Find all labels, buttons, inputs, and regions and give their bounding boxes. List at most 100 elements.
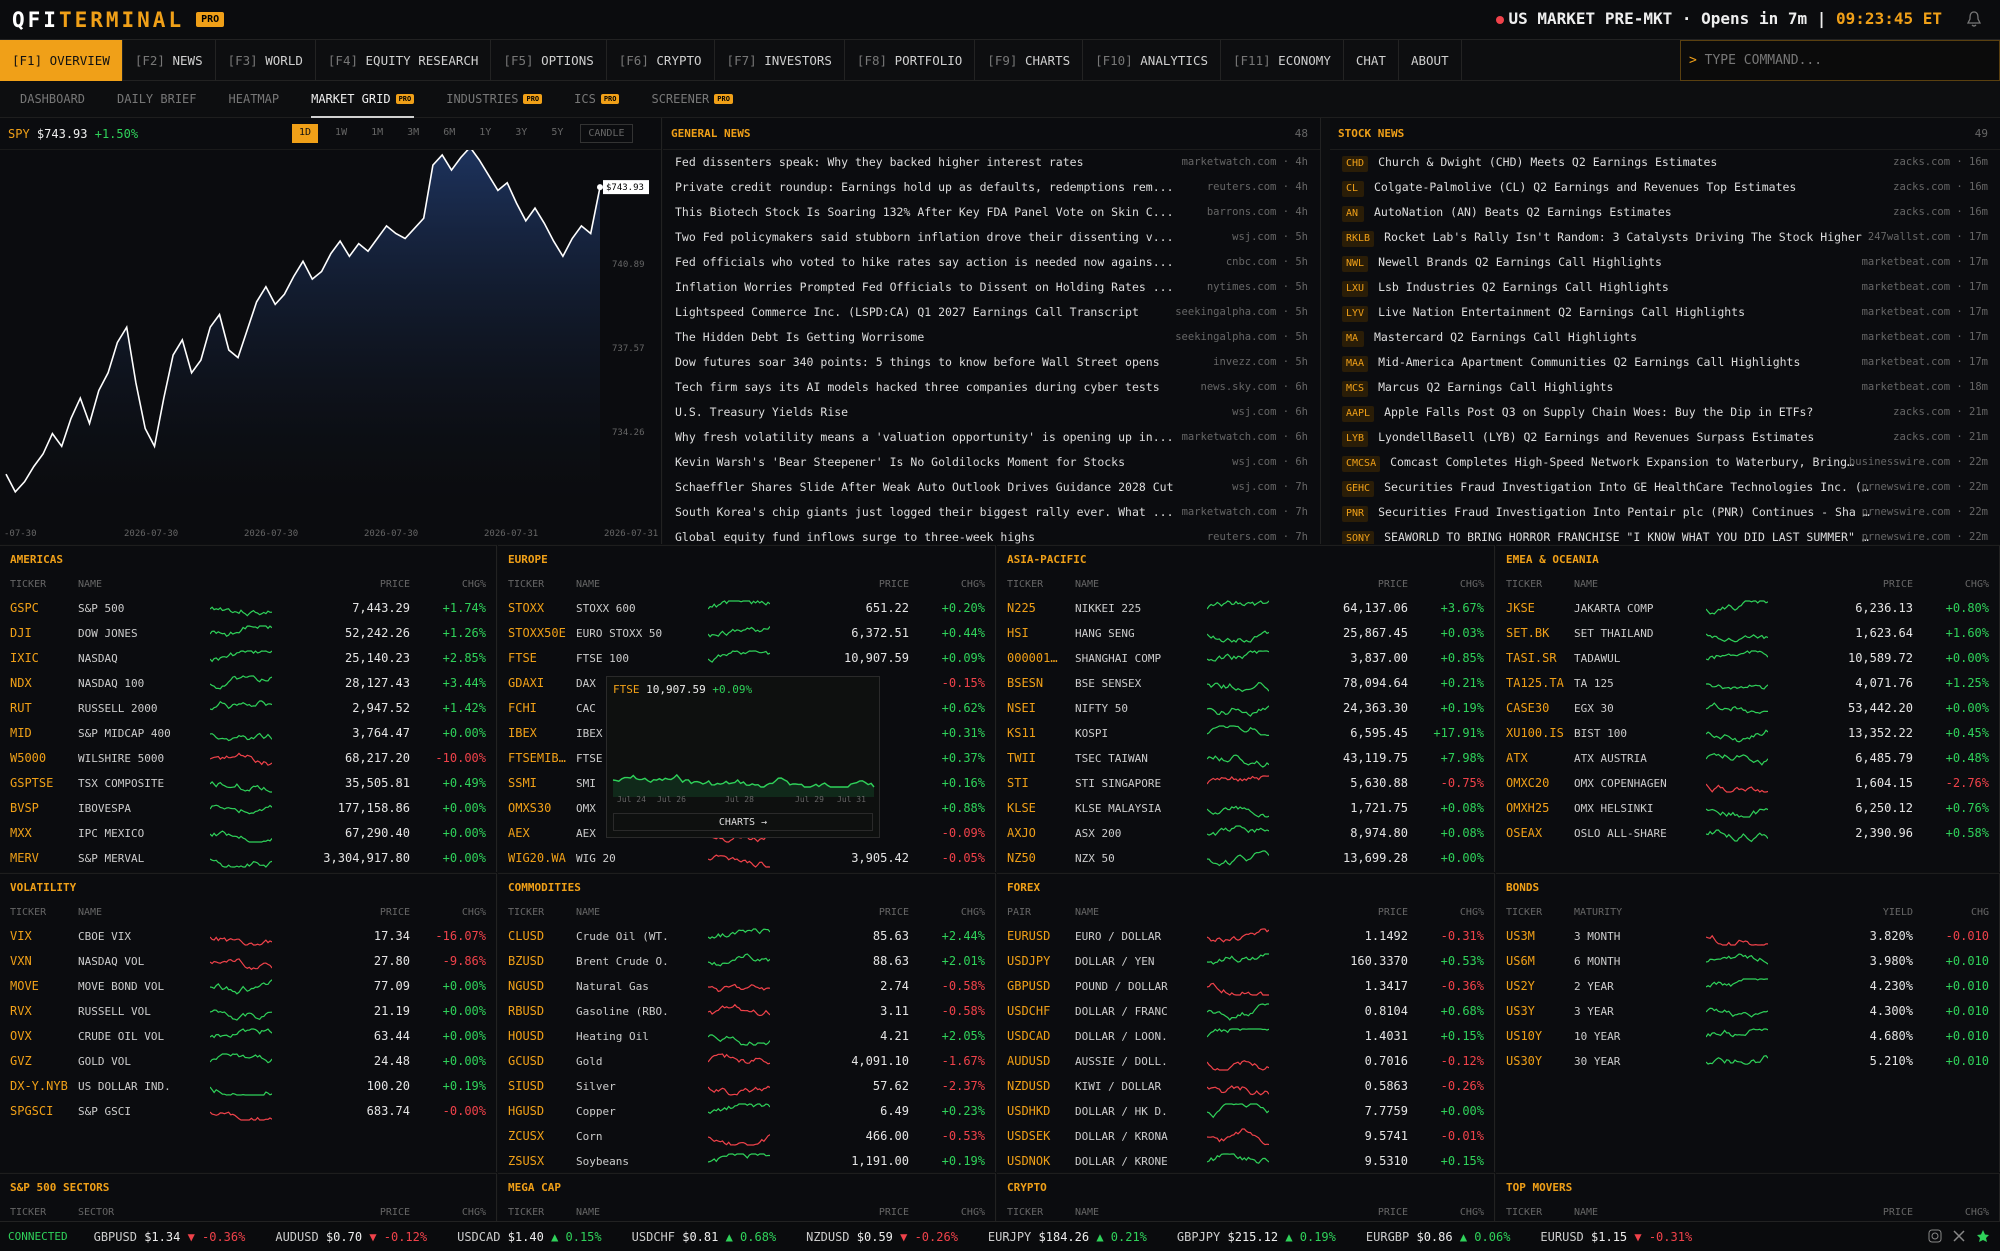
table-row[interactable]: WIG20.WA WIG 20 3,905.42 -0.05% [498, 846, 995, 871]
x-icon[interactable] [1952, 1229, 1966, 1243]
row-ticker[interactable]: USDCHF [1007, 999, 1050, 1024]
row-ticker[interactable]: GDAXI [508, 671, 544, 696]
news-ticker-badge[interactable]: RKLB [1342, 231, 1375, 247]
range-6m[interactable]: 6M [436, 124, 462, 143]
nav-tab-overview[interactable]: [F1] OVERVIEW [0, 40, 123, 81]
row-ticker[interactable]: OMXH25 [1506, 796, 1549, 821]
stock-news-item[interactable]: CHD Church & Dwight (CHD) Meets Q2 Earnin… [1330, 150, 2000, 175]
table-row[interactable]: SPGSCI S&P GSCI 683.74 -0.00% [0, 1099, 496, 1124]
row-ticker[interactable]: EURUSD [1007, 924, 1050, 949]
stock-news-item[interactable]: RKLB Rocket Lab's Rally Isn't Random: 3 C… [1330, 225, 2000, 250]
row-ticker[interactable]: HGUSD [508, 1099, 544, 1124]
row-ticker[interactable]: W5000 [10, 746, 46, 771]
stock-news-item[interactable]: AAPL Apple Falls Post Q3 on Supply Chain … [1330, 400, 2000, 425]
bell-icon[interactable] [1966, 10, 1982, 28]
news-item[interactable]: Global equity fund inflows surge to thre… [663, 525, 1320, 544]
row-ticker[interactable]: US3M [1506, 924, 1535, 949]
table-row[interactable]: OMXH25 OMX HELSINKI 6,250.12 +0.76% [1496, 796, 1999, 821]
stock-news-item[interactable]: AN AutoNation (AN) Beats Q2 Earnings Esti… [1330, 200, 2000, 225]
range-1y[interactable]: 1Y [472, 124, 498, 143]
table-row[interactable]: GBPUSD POUND / DOLLAR 1.3417 -0.36% [997, 974, 1494, 999]
table-row[interactable]: NGUSD Natural Gas 2.74 -0.58% [498, 974, 995, 999]
row-ticker[interactable]: BZUSD [508, 949, 544, 974]
subtab-heatmap[interactable]: HEATMAP [229, 81, 280, 118]
row-ticker[interactable]: CLUSD [508, 924, 544, 949]
table-row[interactable]: US3Y 3 YEAR 4.300% +0.010 [1496, 999, 1999, 1024]
row-ticker[interactable]: WIG20.WA [508, 846, 566, 871]
range-1w[interactable]: 1W [328, 124, 354, 143]
news-item[interactable]: Private credit roundup: Earnings hold up… [663, 175, 1320, 200]
candle-toggle[interactable]: CANDLE [580, 124, 633, 143]
row-ticker[interactable]: MOVE [10, 974, 39, 999]
row-ticker[interactable]: US6M [1506, 949, 1535, 974]
news-item[interactable]: Dow futures soar 340 points: 5 things to… [663, 350, 1320, 375]
row-ticker[interactable]: N225 [1007, 596, 1036, 621]
news-item[interactable]: Kevin Warsh's 'Bear Steepener' Is No Gol… [663, 450, 1320, 475]
row-ticker[interactable]: GBPUSD [1007, 974, 1050, 999]
row-ticker[interactable]: GSPC [10, 596, 39, 621]
row-ticker[interactable]: SET.BK [1506, 621, 1549, 646]
row-ticker[interactable]: GCUSD [508, 1049, 544, 1074]
news-ticker-badge[interactable]: GEHC [1342, 481, 1375, 497]
stock-news-item[interactable]: GEHC Securities Fraud Investigation Into … [1330, 475, 2000, 500]
table-row[interactable]: RBUSD Gasoline (RBO. 3.11 -0.58% [498, 999, 995, 1024]
range-1d[interactable]: 1D [292, 124, 319, 143]
row-ticker[interactable]: FCHI [508, 696, 537, 721]
row-ticker[interactable]: STOXX50E [508, 621, 566, 646]
range-3y[interactable]: 3Y [508, 124, 534, 143]
row-ticker[interactable]: FTSEMIB… [508, 746, 566, 771]
table-row[interactable]: N225 NIKKEI 225 64,137.06 +3.67% [997, 596, 1494, 621]
nav-tab-about[interactable]: ABOUT [1399, 40, 1462, 81]
table-row[interactable]: FTSE FTSE 100 10,907.59 +0.09% [498, 646, 995, 671]
table-row[interactable]: RVX RUSSELL VOL 21.19 +0.00% [0, 999, 496, 1024]
ticker-item[interactable]: EURJPY $184.26 ▲ 0.21% [988, 1230, 1147, 1244]
row-ticker[interactable]: TASI.SR [1506, 646, 1557, 671]
row-ticker[interactable]: RUT [10, 696, 32, 721]
news-item[interactable]: Fed officials who voted to hike rates sa… [663, 250, 1320, 275]
table-row[interactable]: SET.BK SET THAILAND 1,623.64 +1.60% [1496, 621, 1999, 646]
subtab-market-grid[interactable]: MARKET GRID PRO [311, 81, 415, 118]
table-row[interactable]: 000001… SHANGHAI COMP 3,837.00 +0.85% [997, 646, 1494, 671]
news-item[interactable]: U.S. Treasury Yields Rise wsj.com · 6h [663, 400, 1320, 425]
row-ticker[interactable]: IBEX [508, 721, 537, 746]
table-row[interactable]: CASE30 EGX 30 53,442.20 +0.00% [1496, 696, 1999, 721]
table-row[interactable]: US3M 3 MONTH 3.820% -0.010 [1496, 924, 1999, 949]
news-ticker-badge[interactable]: MA [1342, 331, 1364, 347]
row-ticker[interactable]: ATX [1506, 746, 1528, 771]
row-ticker[interactable]: STI [1007, 771, 1029, 796]
nav-tab-crypto[interactable]: [F6] CRYPTO [607, 40, 715, 81]
table-row[interactable]: OSEAX OSLO ALL-SHARE 2,390.96 +0.58% [1496, 821, 1999, 846]
table-row[interactable]: DJI DOW JONES 52,242.26 +1.26% [0, 621, 496, 646]
table-row[interactable]: TASI.SR TADAWUL 10,589.72 +0.00% [1496, 646, 1999, 671]
stock-news-item[interactable]: MCS Marcus Q2 Earnings Call Highlights mar… [1330, 375, 2000, 400]
news-item[interactable]: Tech firm says its AI models hacked thre… [663, 375, 1320, 400]
table-row[interactable]: GSPTSE TSX COMPOSITE 35,505.81 +0.49% [0, 771, 496, 796]
row-ticker[interactable]: IXIC [10, 646, 39, 671]
news-ticker-badge[interactable]: AAPL [1342, 406, 1375, 422]
news-item[interactable]: This Biotech Stock Is Soaring 132% After… [663, 200, 1320, 225]
row-ticker[interactable]: SPGSCI [10, 1099, 53, 1124]
row-ticker[interactable]: KLSE [1007, 796, 1036, 821]
news-item[interactable]: Why fresh volatility means a 'valuation … [663, 425, 1320, 450]
table-row[interactable]: GSPC S&P 500 7,443.29 +1.74% [0, 596, 496, 621]
nav-tab-charts[interactable]: [F9] CHARTS [975, 40, 1084, 81]
row-ticker[interactable]: USDJPY [1007, 949, 1050, 974]
row-ticker[interactable]: FTSE [508, 646, 537, 671]
nav-tab-analytics[interactable]: [F10] ANALYTICS [1083, 40, 1221, 81]
table-row[interactable]: EURUSD EURO / DOLLAR 1.1492 -0.31% [997, 924, 1494, 949]
table-row[interactable]: USDSEK DOLLAR / KRONA 9.5741 -0.01% [997, 1124, 1494, 1149]
row-ticker[interactable]: NGUSD [508, 974, 544, 999]
news-item[interactable]: Fed dissenters speak: Why they backed hi… [663, 150, 1320, 175]
news-ticker-badge[interactable]: LYB [1342, 431, 1369, 447]
instagram-icon[interactable] [1928, 1229, 1942, 1243]
ticker-item[interactable]: USDCHF $0.81 ▲ 0.68% [632, 1230, 777, 1244]
table-row[interactable]: USDCAD DOLLAR / LOON. 1.4031 +0.15% [997, 1024, 1494, 1049]
news-ticker-badge[interactable]: CHD [1342, 156, 1369, 172]
table-row[interactable]: NZ50 NZX 50 13,699.28 +0.00% [997, 846, 1494, 871]
table-row[interactable]: TA125.TA TA 125 4,071.76 +1.25% [1496, 671, 1999, 696]
table-row[interactable]: GVZ GOLD VOL 24.48 +0.00% [0, 1049, 496, 1074]
row-ticker[interactable]: KS11 [1007, 721, 1036, 746]
table-row[interactable]: W5000 WILSHIRE 5000 68,217.20 -10.00% [0, 746, 496, 771]
row-ticker[interactable]: US2Y [1506, 974, 1535, 999]
table-row[interactable]: AXJO ASX 200 8,974.80 +0.08% [997, 821, 1494, 846]
